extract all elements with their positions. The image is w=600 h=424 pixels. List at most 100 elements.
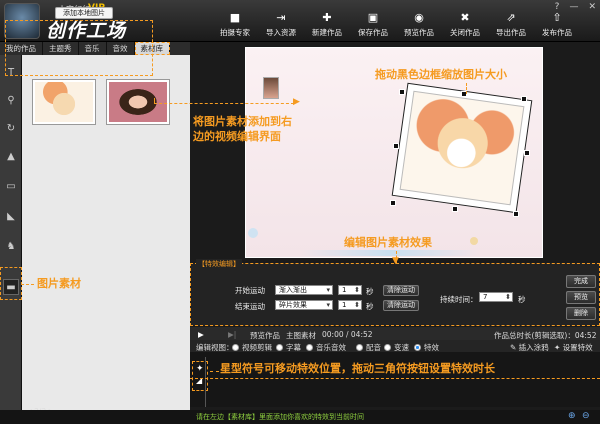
tool-icon-column: T ⚲ ↻ ▲ ▭ ◣ ♞ ▬ xyxy=(0,55,22,424)
resize-handle-se[interactable] xyxy=(513,211,519,217)
clear-end-motion-button[interactable]: 清除运动 xyxy=(383,300,419,311)
resize-handle-sw[interactable] xyxy=(390,200,396,206)
save-icon: ▣ xyxy=(367,11,379,24)
radio-button[interactable] xyxy=(306,344,313,351)
preview-effect-button[interactable]: 预览 xyxy=(566,291,596,304)
start-seconds-unit: 秒 xyxy=(366,287,374,296)
status-message: 请在左边【素材库】里面添加你喜欢的特效到当前时间 xyxy=(196,413,364,421)
star-marker-icon[interactable]: ✦ xyxy=(196,364,204,374)
toolbar-button-label: 发布作品 xyxy=(542,28,572,37)
toolbar-button-2[interactable]: ✚ 新建作品 xyxy=(304,12,350,42)
start-motion-label: 开始运动 xyxy=(235,286,265,295)
annotation-line xyxy=(154,98,155,104)
toolbar-button-label: 导出作品 xyxy=(496,28,526,37)
resize-handle-ne[interactable] xyxy=(521,96,527,102)
start-motion-seconds[interactable]: 1 xyxy=(338,285,362,295)
annotation-line xyxy=(21,284,34,285)
minimize-icon[interactable]: — xyxy=(569,2,578,12)
image-thumbnails-group xyxy=(5,20,153,76)
annotation-line xyxy=(210,371,219,372)
time-readout: 00:00 / 04:52 xyxy=(322,330,373,339)
radio-button[interactable] xyxy=(384,344,391,351)
annotation-edit-effect: 编辑图片素材效果 xyxy=(344,236,432,249)
upload-icon: ⇧ xyxy=(552,11,562,24)
toolbar-button-4[interactable]: ◉ 预览作品 xyxy=(396,12,442,42)
monitor-icon[interactable]: ▭ xyxy=(3,179,19,195)
end-motion-label: 结束运动 xyxy=(235,302,265,311)
delete-effect-button[interactable]: 删除 xyxy=(566,307,596,320)
annotation-image-material: 图片素材 xyxy=(37,277,81,290)
radio-button[interactable] xyxy=(414,344,421,351)
paint-icon[interactable]: ◣ xyxy=(3,209,19,225)
add-local-image-button[interactable]: 添加本地图片 xyxy=(55,7,113,19)
zoom-out-icon[interactable]: ⊖ xyxy=(582,411,590,421)
annotation-arrow-icon: ▼ xyxy=(392,256,399,266)
resize-handle-w[interactable] xyxy=(393,143,399,149)
view-option-label: 音乐音效 xyxy=(316,343,346,352)
view-option-label: 配音 xyxy=(366,343,381,352)
start-motion-select[interactable]: 渐入渐出 xyxy=(275,285,333,295)
annotation-add-material: 将图片素材添加到右边的视频编辑界面 xyxy=(193,115,292,143)
main-toolbar: ■ 拍摄专家 ⇥ 导入资源 ✚ 新建作品 ▣ 保存作品 ◉ 预览作品 ✖ 关闭作品 ⇗ 导出作品 ⇧ 发布作品 xyxy=(212,12,580,42)
export-icon: ⇗ xyxy=(506,11,516,24)
toolbar-button-3[interactable]: ▣ 保存作品 xyxy=(350,12,396,42)
camera-icon: ■ xyxy=(229,11,241,24)
toolbar-button-7[interactable]: ⇧ 发布作品 xyxy=(534,12,580,42)
stop-icon[interactable]: ▶| xyxy=(228,330,236,339)
duration-label: 持续时间： xyxy=(440,295,478,304)
done-button[interactable]: 完成 xyxy=(566,275,596,288)
play-icon[interactable]: ▶ xyxy=(198,330,204,339)
radio-button[interactable] xyxy=(276,344,283,351)
small-portrait-overlay[interactable] xyxy=(263,77,279,99)
toolbar-button-label: 预览作品 xyxy=(404,28,434,37)
cartoon-image xyxy=(35,82,93,122)
new-icon: ✚ xyxy=(322,11,332,24)
cartoon-image xyxy=(399,90,525,206)
image-thumbnail-cartoon[interactable] xyxy=(32,79,96,125)
timeline-cursor[interactable] xyxy=(205,357,206,407)
close-icon[interactable]: ✕ xyxy=(588,2,596,12)
portrait-image xyxy=(109,82,167,122)
annotation-drag-frame: 拖动黑色边框缩放图片大小 xyxy=(375,68,507,81)
toolbar-button-label: 新建作品 xyxy=(312,28,342,37)
decor-bubble xyxy=(470,237,478,245)
annotation-line xyxy=(466,83,467,94)
brush-icon[interactable]: ♞ xyxy=(3,239,19,255)
toolbar-button-6[interactable]: ⇗ 导出作品 xyxy=(488,12,534,42)
toolbar-button-1[interactable]: ⇥ 导入资源 xyxy=(258,12,304,42)
cartoon-image-overlay[interactable] xyxy=(391,82,533,214)
rotate-icon[interactable]: ↻ xyxy=(3,121,19,137)
toolbar-button-label: 关闭作品 xyxy=(450,28,480,37)
decor-bubble xyxy=(248,228,258,238)
decor-strip xyxy=(300,250,480,256)
image-thumbnail-portrait[interactable] xyxy=(106,79,170,125)
radio-button[interactable] xyxy=(356,344,363,351)
clear-start-motion-button[interactable]: 清除运动 xyxy=(383,285,419,296)
end-motion-select[interactable]: 碎片效果 xyxy=(275,300,333,310)
toolbar-button-0[interactable]: ■ 拍摄专家 xyxy=(212,12,258,42)
resize-handle-nw[interactable] xyxy=(399,89,405,95)
toolbar-button-5[interactable]: ✖ 关闭作品 xyxy=(442,12,488,42)
duration-unit: 秒 xyxy=(518,295,526,304)
duration-input[interactable]: 7 xyxy=(479,292,513,302)
annotation-arrow-icon: ▶ xyxy=(293,97,300,107)
end-motion-seconds[interactable]: 1 xyxy=(338,300,362,310)
close-doc-icon: ✖ xyxy=(460,11,470,24)
eye-icon: ◉ xyxy=(414,11,424,24)
resize-handle-s[interactable] xyxy=(452,206,458,212)
toolbar-button-label: 导入资源 xyxy=(266,28,296,37)
image-icon[interactable]: ▲ xyxy=(3,149,19,165)
search-icon[interactable]: ⚲ xyxy=(3,93,19,109)
view-option-label: 变速 xyxy=(394,343,409,352)
resize-handle-e[interactable] xyxy=(524,150,530,156)
end-seconds-unit: 秒 xyxy=(366,302,374,311)
view-option-label: 视频剪辑 xyxy=(242,343,272,352)
effect-settings-label: 设置特效 xyxy=(562,343,593,352)
view-option-label: 字幕 xyxy=(286,343,301,352)
radio-button[interactable] xyxy=(232,344,239,351)
zoom-in-icon[interactable]: ⊕ xyxy=(568,411,576,421)
annotation-line xyxy=(154,103,294,104)
view-option-label: 特效 xyxy=(424,343,439,352)
annotation-underline xyxy=(190,378,600,379)
import-icon: ⇥ xyxy=(276,11,286,24)
